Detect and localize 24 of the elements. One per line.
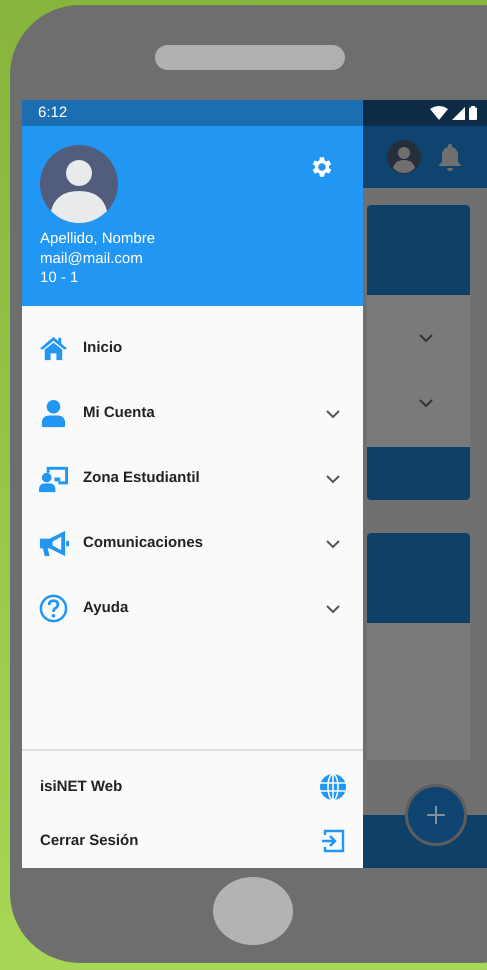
- avatar-icon[interactable]: [40, 145, 118, 223]
- menu-item[interactable]: Inicio: [22, 316, 363, 381]
- menu-item[interactable]: Ayuda: [22, 576, 363, 641]
- user-name: Apellido, Nombre: [40, 229, 156, 249]
- avatar-icon[interactable]: [387, 140, 421, 174]
- help-icon: [38, 593, 69, 624]
- drawer-link[interactable]: isiNET Web: [22, 760, 363, 814]
- drawer-link[interactable]: Cerrar Sesión: [22, 814, 363, 868]
- bell-icon[interactable]: [437, 143, 463, 171]
- globe-icon: [319, 773, 347, 801]
- plus-icon: [426, 805, 446, 825]
- menu-item[interactable]: Zona Estudiantil: [22, 446, 363, 511]
- chevron-down-icon[interactable]: [418, 333, 434, 343]
- menu-item[interactable]: Mi Cuenta: [22, 381, 363, 446]
- menu-item[interactable]: Comunicaciones: [22, 511, 363, 576]
- user-course: 10 - 1: [40, 268, 80, 287]
- status-bar-time: 6:12: [22, 100, 363, 126]
- signal-icon: [452, 106, 465, 120]
- megaphone-icon: [38, 528, 69, 559]
- user-email: mail@mail.com: [40, 249, 144, 268]
- wifi-icon: [430, 106, 448, 120]
- exit-icon: [319, 827, 347, 855]
- battery-icon: [469, 106, 477, 120]
- chevron-down-icon[interactable]: [418, 398, 434, 408]
